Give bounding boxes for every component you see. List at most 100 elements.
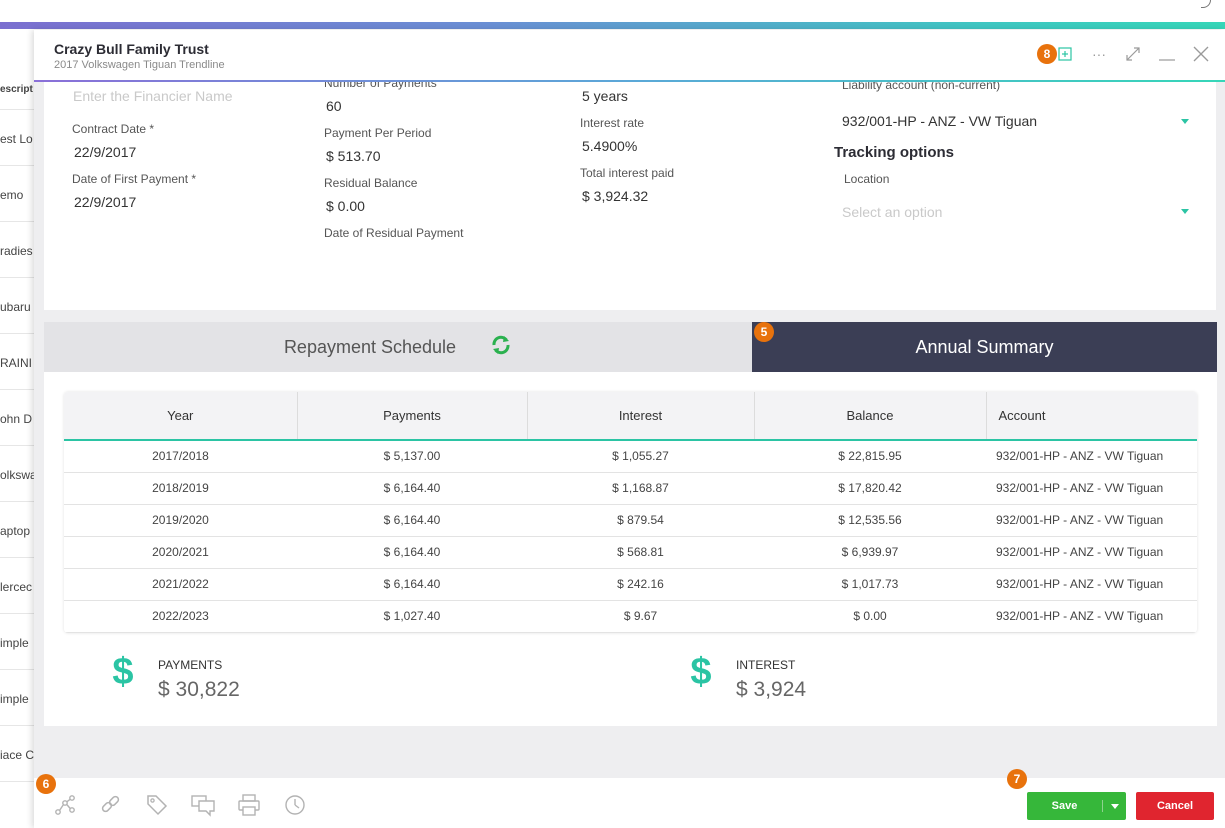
cell-interest: $ 568.81 xyxy=(527,536,754,569)
top-gradient-bar xyxy=(0,22,1225,29)
table-row[interactable]: 2020/2021 $ 6,164.40 $ 568.81 $ 6,939.97… xyxy=(64,536,1197,569)
num-payments-field[interactable]: 60 xyxy=(326,98,342,114)
table-row[interactable]: 2019/2020 $ 6,164.40 $ 879.54 $ 12,535.5… xyxy=(64,504,1197,537)
interest-rate-label: Interest rate xyxy=(580,116,645,130)
modal-title: Crazy Bull Family Trust xyxy=(54,41,209,57)
chevron-down-icon[interactable] xyxy=(1181,119,1189,124)
table-header-row: Year Payments Interest Balance Account xyxy=(64,392,1197,441)
location-select[interactable]: Select an option xyxy=(842,204,942,220)
list-item[interactable]: ubaru xyxy=(0,278,35,334)
refresh-icon[interactable] xyxy=(490,334,512,361)
term-field[interactable]: 5 years xyxy=(582,88,628,104)
cell-interest: $ 9.67 xyxy=(527,600,754,633)
background-list: escript est Lo emo radies ubaru RAINI oh… xyxy=(0,70,36,790)
cell-account: 932/001-HP - ANZ - VW Tiguan xyxy=(986,440,1197,473)
interest-rate-field[interactable]: 5.4900% xyxy=(582,138,637,154)
cell-interest: $ 242.16 xyxy=(527,568,754,601)
residual-balance-label: Residual Balance xyxy=(324,176,418,190)
close-icon[interactable] xyxy=(1191,44,1211,64)
tab-repayment-schedule[interactable]: Repayment Schedule xyxy=(44,322,752,372)
cell-payments: $ 1,027.40 xyxy=(297,600,527,633)
search-icon[interactable] xyxy=(1201,0,1211,8)
chevron-down-icon[interactable] xyxy=(1181,209,1189,214)
save-dropdown-toggle[interactable] xyxy=(1103,803,1126,809)
cell-account: 932/001-HP - ANZ - VW Tiguan xyxy=(986,600,1197,633)
list-item[interactable]: emo xyxy=(0,166,35,222)
workflow-icon[interactable] xyxy=(52,792,78,818)
cell-year: 2019/2020 xyxy=(64,504,297,537)
financier-input[interactable]: Enter the Financier Name xyxy=(73,88,233,104)
liability-account-select[interactable]: 932/001-HP - ANZ - VW Tiguan xyxy=(842,113,1037,129)
loan-form: Enter the Financier Name Contract Date *… xyxy=(44,82,1216,310)
payments-summary-label: PAYMENTS xyxy=(158,658,223,672)
list-item[interactable]: est Lo xyxy=(0,110,35,166)
payment-period-field[interactable]: $ 513.70 xyxy=(326,148,381,164)
column-header-balance[interactable]: Balance xyxy=(754,392,987,441)
save-button[interactable]: Save xyxy=(1027,792,1126,820)
list-item[interactable]: imple xyxy=(0,670,35,726)
payments-summary: $ PAYMENTS $ 30,822 xyxy=(88,650,240,702)
table-row[interactable]: 2021/2022 $ 6,164.40 $ 242.16 $ 1,017.73… xyxy=(64,568,1197,601)
payments-summary-value: $ 30,822 xyxy=(158,678,240,701)
history-icon[interactable] xyxy=(282,792,308,818)
cell-account: 932/001-HP - ANZ - VW Tiguan xyxy=(986,504,1197,537)
residual-balance-field[interactable]: $ 0.00 xyxy=(326,198,365,214)
contract-date-label: Contract Date * xyxy=(72,122,155,136)
modal-footer: 6 7 Save Cancel xyxy=(34,769,1225,828)
list-item[interactable]: RAINI xyxy=(0,334,35,390)
expand-icon[interactable] xyxy=(1123,44,1143,64)
cell-year: 2018/2019 xyxy=(64,472,297,505)
list-item[interactable]: radies xyxy=(0,222,35,278)
cell-year: 2022/2023 xyxy=(64,600,297,633)
list-item[interactable]: olkswa xyxy=(0,446,35,502)
cancel-button[interactable]: Cancel xyxy=(1136,792,1214,820)
annual-summary-table: Year Payments Interest Balance Account 2… xyxy=(64,392,1197,633)
cell-interest: $ 1,055.27 xyxy=(527,440,754,473)
list-item[interactable]: imple xyxy=(0,614,35,670)
minimize-icon[interactable] xyxy=(1157,44,1177,64)
contract-date-field[interactable]: 22/9/2017 xyxy=(74,144,136,160)
cell-payments: $ 5,137.00 xyxy=(297,440,527,473)
first-payment-label: Date of First Payment * xyxy=(72,172,197,186)
cell-balance: $ 17,820.42 xyxy=(754,472,986,505)
liability-account-label: Liability account (non-current) xyxy=(842,82,1001,92)
background-list-header: escript xyxy=(0,70,35,110)
column-header-interest[interactable]: Interest xyxy=(527,392,755,441)
table-row[interactable]: 2018/2019 $ 6,164.40 $ 1,168.87 $ 17,820… xyxy=(64,472,1197,505)
save-button-label: Save xyxy=(1027,800,1103,812)
cell-payments: $ 6,164.40 xyxy=(297,504,527,537)
tag-icon[interactable] xyxy=(144,792,170,818)
add-panel-icon[interactable] xyxy=(1055,44,1075,64)
footer-toolbar xyxy=(52,792,308,818)
list-item[interactable]: iace C xyxy=(0,726,35,782)
interest-summary-label: INTEREST xyxy=(736,658,796,672)
column-header-year[interactable]: Year xyxy=(64,392,298,441)
print-icon[interactable] xyxy=(236,792,262,818)
list-item[interactable]: ohn D xyxy=(0,390,35,446)
more-options-icon[interactable]: ··· xyxy=(1089,44,1109,64)
modal-subtitle: 2017 Volkswagen Tiguan Trendline xyxy=(54,59,225,71)
dollar-icon: $ xyxy=(690,651,712,693)
tab-annual-summary[interactable]: 5 Annual Summary xyxy=(752,322,1217,372)
residual-payment-label: Date of Residual Payment xyxy=(324,226,464,240)
tab-repayment-label: Repayment Schedule xyxy=(283,336,457,357)
first-payment-field[interactable]: 22/9/2017 xyxy=(74,194,136,210)
cell-year: 2021/2022 xyxy=(64,568,297,601)
table-row[interactable]: 2022/2023 $ 1,027.40 $ 9.67 $ 0.00 932/0… xyxy=(64,600,1197,633)
list-item[interactable]: lercec xyxy=(0,558,35,614)
link-icon[interactable] xyxy=(98,792,124,818)
list-item[interactable]: aptop xyxy=(0,502,35,558)
column-header-payments[interactable]: Payments xyxy=(297,392,528,441)
payment-period-label: Payment Per Period xyxy=(324,126,432,140)
cell-account: 932/001-HP - ANZ - VW Tiguan xyxy=(986,568,1197,601)
dollar-icon: $ xyxy=(112,651,134,693)
interest-summary: $ INTEREST $ 3,924 xyxy=(666,650,806,702)
schedule-tabs: Repayment Schedule 5 Annual Summary xyxy=(44,322,1217,372)
total-interest-field: $ 3,924.32 xyxy=(582,188,649,204)
table-row[interactable]: 2017/2018 $ 5,137.00 $ 1,055.27 $ 22,815… xyxy=(64,440,1197,473)
column-header-account[interactable]: Account xyxy=(986,392,1197,441)
tracking-options-title: Tracking options xyxy=(834,144,955,161)
cell-payments: $ 6,164.40 xyxy=(297,568,527,601)
comments-icon[interactable] xyxy=(190,792,216,818)
num-payments-label: Number of Payments xyxy=(324,82,437,90)
